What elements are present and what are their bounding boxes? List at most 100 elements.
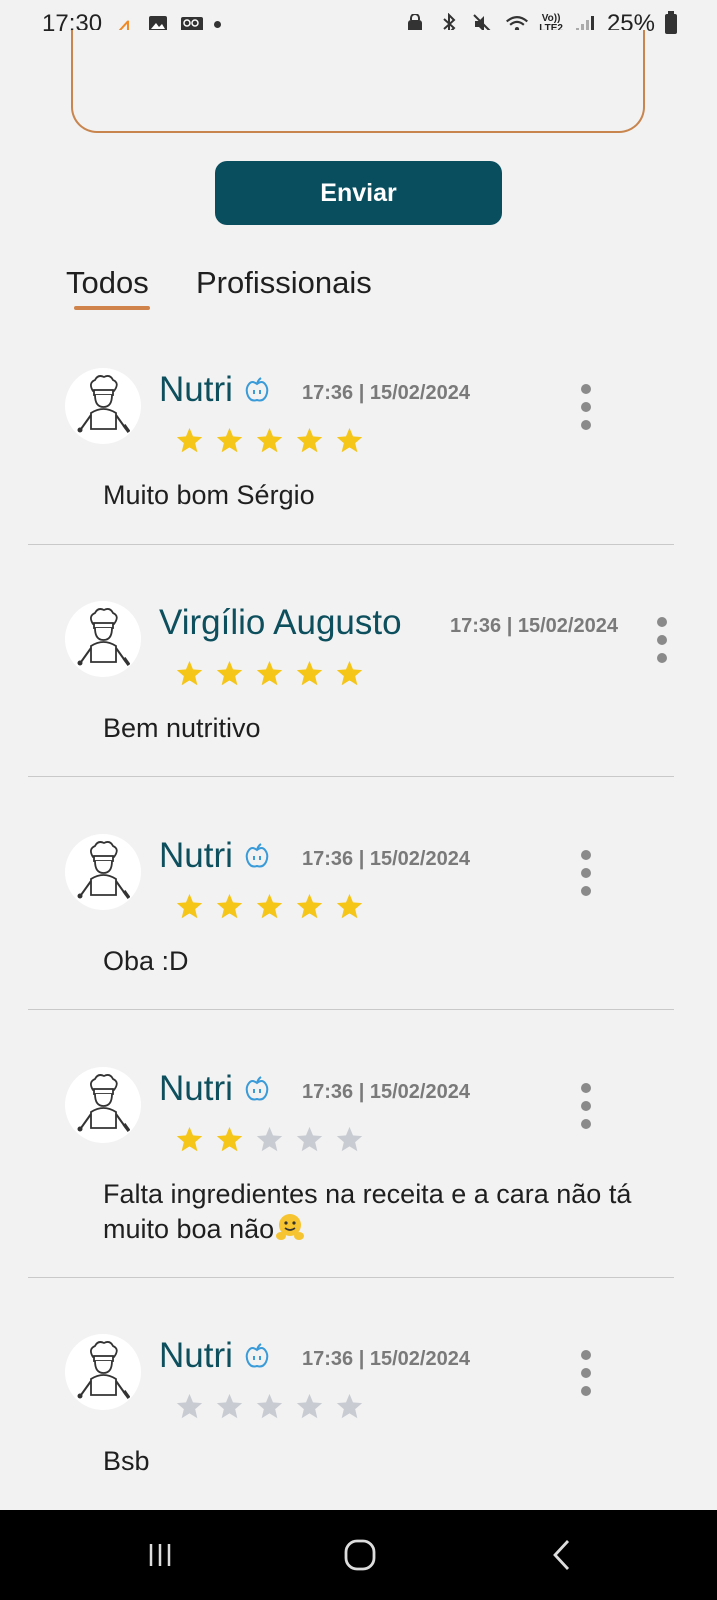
star-empty-icon xyxy=(255,1125,284,1159)
apple-icon xyxy=(243,376,271,404)
star-filled-icon xyxy=(255,892,284,926)
review-timestamp: 17:36 | 15/02/2024 xyxy=(302,382,470,404)
star-filled-icon xyxy=(295,659,324,693)
battery-icon xyxy=(665,11,677,34)
review-author: Nutri xyxy=(159,836,233,875)
star-filled-icon xyxy=(255,659,284,693)
review-item: Nutri 17:36 | 15/02/2024 Falta ingrediente… xyxy=(0,1067,717,1244)
review-menu-button[interactable] xyxy=(574,1083,598,1129)
review-divider xyxy=(28,1277,674,1278)
author-row: Nutri xyxy=(159,836,271,876)
star-empty-icon xyxy=(175,1392,204,1426)
tab-all[interactable]: Todos xyxy=(66,265,149,301)
review-text: Muito bom Sérgio xyxy=(103,478,683,513)
star-empty-icon xyxy=(335,1125,364,1159)
avatar xyxy=(65,368,141,444)
more-vertical-icon xyxy=(581,384,591,394)
star-filled-icon xyxy=(215,892,244,926)
review-text: Falta ingredientes na receita e a cara n… xyxy=(103,1177,683,1247)
review-text: Bem nutritivo xyxy=(103,711,683,746)
review-text-content: Bem nutritivo xyxy=(103,713,261,743)
author-row: Nutri xyxy=(159,1069,271,1109)
rating-stars xyxy=(175,1392,364,1426)
review-timestamp: 17:36 | 15/02/2024 xyxy=(302,1348,470,1370)
rating-stars xyxy=(175,426,364,460)
hugging-face-emoji-icon xyxy=(274,1214,306,1244)
star-empty-icon xyxy=(295,1392,324,1426)
review-text: Oba :D xyxy=(103,944,683,979)
tab-professionals[interactable]: Profissionais xyxy=(196,265,372,301)
more-vertical-icon xyxy=(581,1350,591,1360)
more-vertical-icon xyxy=(657,617,667,627)
star-filled-icon xyxy=(215,1125,244,1159)
review-author: Nutri xyxy=(159,1069,233,1108)
star-filled-icon xyxy=(215,426,244,460)
avatar xyxy=(65,1334,141,1410)
review-timestamp: 17:36 | 15/02/2024 xyxy=(302,848,470,870)
back-icon[interactable] xyxy=(532,1530,592,1580)
review-menu-button[interactable] xyxy=(574,384,598,430)
rating-stars xyxy=(175,892,364,926)
apple-icon xyxy=(243,1075,271,1103)
review-divider xyxy=(28,776,674,777)
avatar xyxy=(65,1067,141,1143)
star-filled-icon xyxy=(175,1125,204,1159)
star-filled-icon xyxy=(335,426,364,460)
review-item: Nutri 17:36 | 15/02/2024 Bsb xyxy=(0,1334,717,1484)
chef-icon xyxy=(76,373,131,440)
review-author: Nutri xyxy=(159,370,233,409)
apple-icon xyxy=(243,1342,271,1370)
more-vertical-icon xyxy=(581,850,591,860)
review-menu-button[interactable] xyxy=(574,850,598,896)
star-filled-icon xyxy=(175,426,204,460)
star-filled-icon xyxy=(175,659,204,693)
avatar xyxy=(65,834,141,910)
review-text-content: Bsb xyxy=(103,1446,150,1476)
chef-icon xyxy=(76,839,131,906)
review-divider xyxy=(28,1009,674,1010)
star-filled-icon xyxy=(255,426,284,460)
star-empty-icon xyxy=(295,1125,324,1159)
review-author: Virgílio Augusto xyxy=(159,603,402,642)
author-row: Virgílio Augusto xyxy=(159,603,402,643)
author-row: Nutri xyxy=(159,370,271,410)
rating-stars xyxy=(175,1125,364,1159)
review-item: Nutri 17:36 | 15/02/2024 Muito bom Sérgio xyxy=(0,368,717,518)
comment-input[interactable] xyxy=(71,30,645,133)
recents-icon[interactable] xyxy=(130,1530,190,1580)
home-icon[interactable] xyxy=(330,1530,390,1580)
navigation-bar xyxy=(0,1510,717,1600)
review-text-content: Falta ingredientes na receita e a cara n… xyxy=(103,1179,632,1244)
send-button[interactable]: Enviar xyxy=(215,161,502,225)
apple-icon xyxy=(243,842,271,870)
review-menu-button[interactable] xyxy=(574,1350,598,1396)
review-item: Nutri 17:36 | 15/02/2024 Oba :D xyxy=(0,834,717,984)
review-divider xyxy=(28,544,674,545)
active-tab-indicator xyxy=(74,306,150,310)
star-filled-icon xyxy=(335,892,364,926)
review-text: Bsb xyxy=(103,1444,683,1479)
chef-icon xyxy=(76,1339,131,1406)
star-filled-icon xyxy=(215,659,244,693)
review-item: Virgílio Augusto 17:36 | 15/02/2024 Bem nu… xyxy=(0,601,717,751)
more-vertical-icon xyxy=(581,1083,591,1093)
review-timestamp: 17:36 | 15/02/2024 xyxy=(450,615,618,637)
review-author: Nutri xyxy=(159,1336,233,1375)
review-text-content: Oba :D xyxy=(103,946,189,976)
star-empty-icon xyxy=(255,1392,284,1426)
star-empty-icon xyxy=(215,1392,244,1426)
review-text-content: Muito bom Sérgio xyxy=(103,480,315,510)
star-empty-icon xyxy=(335,1392,364,1426)
chef-icon xyxy=(76,606,131,673)
review-timestamp: 17:36 | 15/02/2024 xyxy=(302,1081,470,1103)
review-menu-button[interactable] xyxy=(650,617,674,663)
star-filled-icon xyxy=(295,892,324,926)
star-filled-icon xyxy=(335,659,364,693)
chef-icon xyxy=(76,1072,131,1139)
star-filled-icon xyxy=(175,892,204,926)
more-notifications-icon xyxy=(214,20,222,28)
star-filled-icon xyxy=(295,426,324,460)
avatar xyxy=(65,601,141,677)
author-row: Nutri xyxy=(159,1336,271,1376)
rating-stars xyxy=(175,659,364,693)
